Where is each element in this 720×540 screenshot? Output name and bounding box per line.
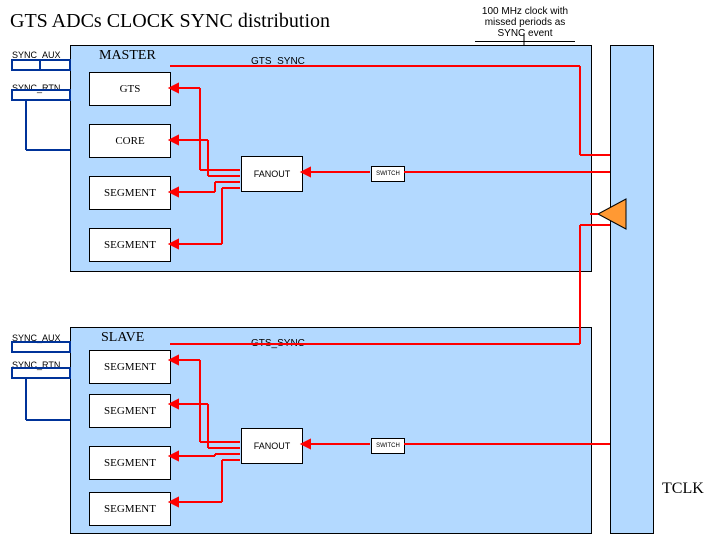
segment-box: SEGMENT	[89, 394, 171, 428]
master-panel: MASTER GTS_SYNC GTS CORE SEGMENT SEGMENT…	[70, 45, 592, 272]
slave-title: SLAVE	[101, 330, 144, 346]
segment-box: SEGMENT	[89, 228, 171, 262]
slave-panel: SLAVE GTS_SYNC SEGMENT SEGMENT SEGMENT S…	[70, 327, 592, 534]
tclk-label: TCLK	[662, 480, 704, 498]
slave-gts-sync-label: GTS_SYNC	[251, 338, 305, 349]
diagram-title: GTS ADCs CLOCK SYNC distribution	[10, 10, 330, 33]
sync-aux-label: SYNC_AUX	[12, 50, 61, 60]
sync-aux-label: SYNC_AUX	[12, 333, 61, 343]
sync-rtn-label: SYNC_RTN	[12, 360, 60, 370]
segment-box: SEGMENT	[89, 350, 171, 384]
core-box: CORE	[89, 124, 171, 158]
slave-switch: SWITCH	[371, 438, 405, 454]
segment-box: SEGMENT	[89, 446, 171, 480]
master-title: MASTER	[99, 48, 156, 64]
segment-box: SEGMENT	[89, 176, 171, 210]
master-gts-sync-label: GTS_SYNC	[251, 56, 305, 67]
sync-rtn-label: SYNC_RTN	[12, 83, 60, 93]
slave-fanout: FANOUT	[241, 428, 303, 464]
gts-box: GTS	[89, 72, 171, 106]
segment-box: SEGMENT	[89, 492, 171, 526]
master-fanout: FANOUT	[241, 156, 303, 192]
master-switch: SWITCH	[371, 166, 405, 182]
right-rail-panel	[610, 45, 654, 534]
amplifier-icon	[596, 197, 630, 231]
